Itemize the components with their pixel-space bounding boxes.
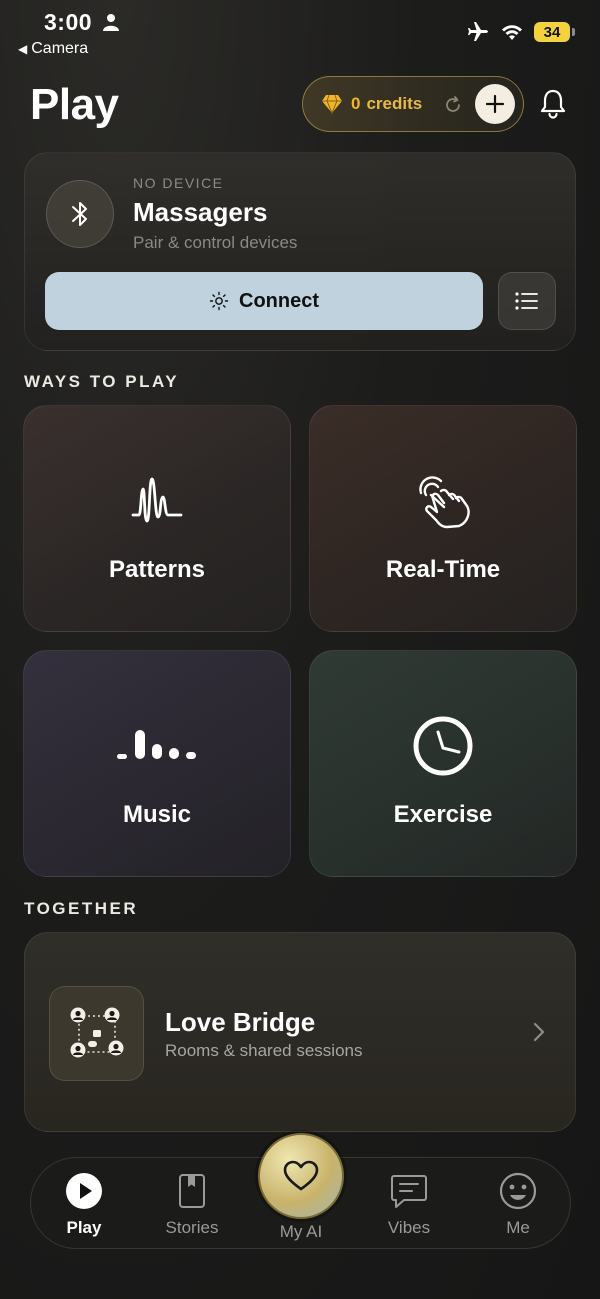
person-icon: [103, 14, 119, 31]
credits-count: 0: [351, 94, 361, 113]
play-icon: [66, 1173, 102, 1209]
smiley-icon: [499, 1172, 537, 1210]
patterns-tile[interactable]: Patterns: [23, 405, 291, 632]
tab-stories-label: Stories: [165, 1218, 219, 1237]
page-title: Play: [30, 80, 119, 129]
device-subtitle: Pair & control devices: [133, 233, 298, 252]
clock-icon: [413, 716, 473, 776]
chevron-right-icon: [533, 1022, 545, 1042]
tab-vibes[interactable]: Vibes: [359, 1158, 459, 1250]
tab-me-label: Me: [506, 1218, 530, 1237]
device-card: NO DEVICE Massagers Pair & control devic…: [24, 152, 576, 351]
connect-button[interactable]: Connect: [45, 272, 483, 330]
device-list-button[interactable]: [498, 272, 556, 330]
tab-my-ai-button[interactable]: [258, 1133, 344, 1219]
tab-me[interactable]: Me: [468, 1158, 568, 1250]
tab-play-label: Play: [66, 1218, 102, 1237]
plus-icon: [485, 94, 505, 114]
device-title: Massagers: [133, 197, 268, 227]
list-icon: [515, 292, 538, 310]
tab-vibes-label: Vibes: [387, 1218, 431, 1237]
diamond-icon: [322, 94, 342, 114]
credits-label: credits: [366, 94, 423, 113]
bell-icon[interactable]: [538, 88, 568, 120]
music-label: Music: [122, 801, 191, 828]
love-bridge-icon-box: [49, 986, 144, 1081]
touch-hand-icon: [419, 476, 470, 529]
exercise-tile[interactable]: Exercise: [309, 650, 577, 877]
back-app-label: Camera: [31, 40, 89, 57]
status-indicators: 34: [466, 20, 575, 44]
chat-icon: [391, 1175, 427, 1208]
device-status: NO DEVICE: [133, 175, 224, 191]
love-bridge-title: Love Bridge: [165, 1007, 316, 1037]
tab-play[interactable]: Play: [34, 1158, 134, 1250]
together-heading: TOGETHER: [24, 899, 139, 918]
ways-to-play-heading: WAYS TO PLAY: [24, 372, 180, 391]
status-bar: 3:00 ◀ Camera 34: [0, 0, 600, 64]
tab-stories[interactable]: Stories: [142, 1158, 242, 1250]
add-credits-button[interactable]: [475, 84, 515, 124]
status-time: 3:00: [44, 9, 93, 35]
connect-label: Connect: [239, 289, 319, 312]
equalizer-icon: [117, 730, 196, 759]
music-tile[interactable]: Music: [23, 650, 291, 877]
exercise-label: Exercise: [393, 801, 493, 828]
credits-pill[interactable]: 0 credits: [302, 76, 524, 132]
love-bridge-card[interactable]: Love Bridge Rooms & shared sessions: [24, 932, 576, 1132]
sun-icon: [209, 291, 229, 311]
heart-icon: [283, 1160, 319, 1191]
airplane-icon: [468, 22, 488, 41]
patterns-label: Patterns: [108, 556, 206, 583]
book-icon: [179, 1174, 205, 1208]
real-time-label: Real-Time: [385, 556, 501, 583]
battery-indicator: 34: [534, 22, 575, 42]
back-to-app-link[interactable]: ◀ Camera: [18, 40, 88, 58]
waveform-icon: [131, 477, 183, 523]
bluetooth-icon: [72, 202, 87, 226]
people-room-icon: [70, 1007, 123, 1057]
tab-my-ai-label: My AI: [279, 1222, 323, 1241]
real-time-tile[interactable]: Real-Time: [309, 405, 577, 632]
bluetooth-badge: [46, 180, 114, 248]
wifi-icon: [502, 25, 522, 40]
refresh-icon[interactable]: [443, 95, 463, 115]
back-triangle-icon: ◀: [18, 42, 28, 56]
love-bridge-subtitle: Rooms & shared sessions: [165, 1041, 363, 1060]
